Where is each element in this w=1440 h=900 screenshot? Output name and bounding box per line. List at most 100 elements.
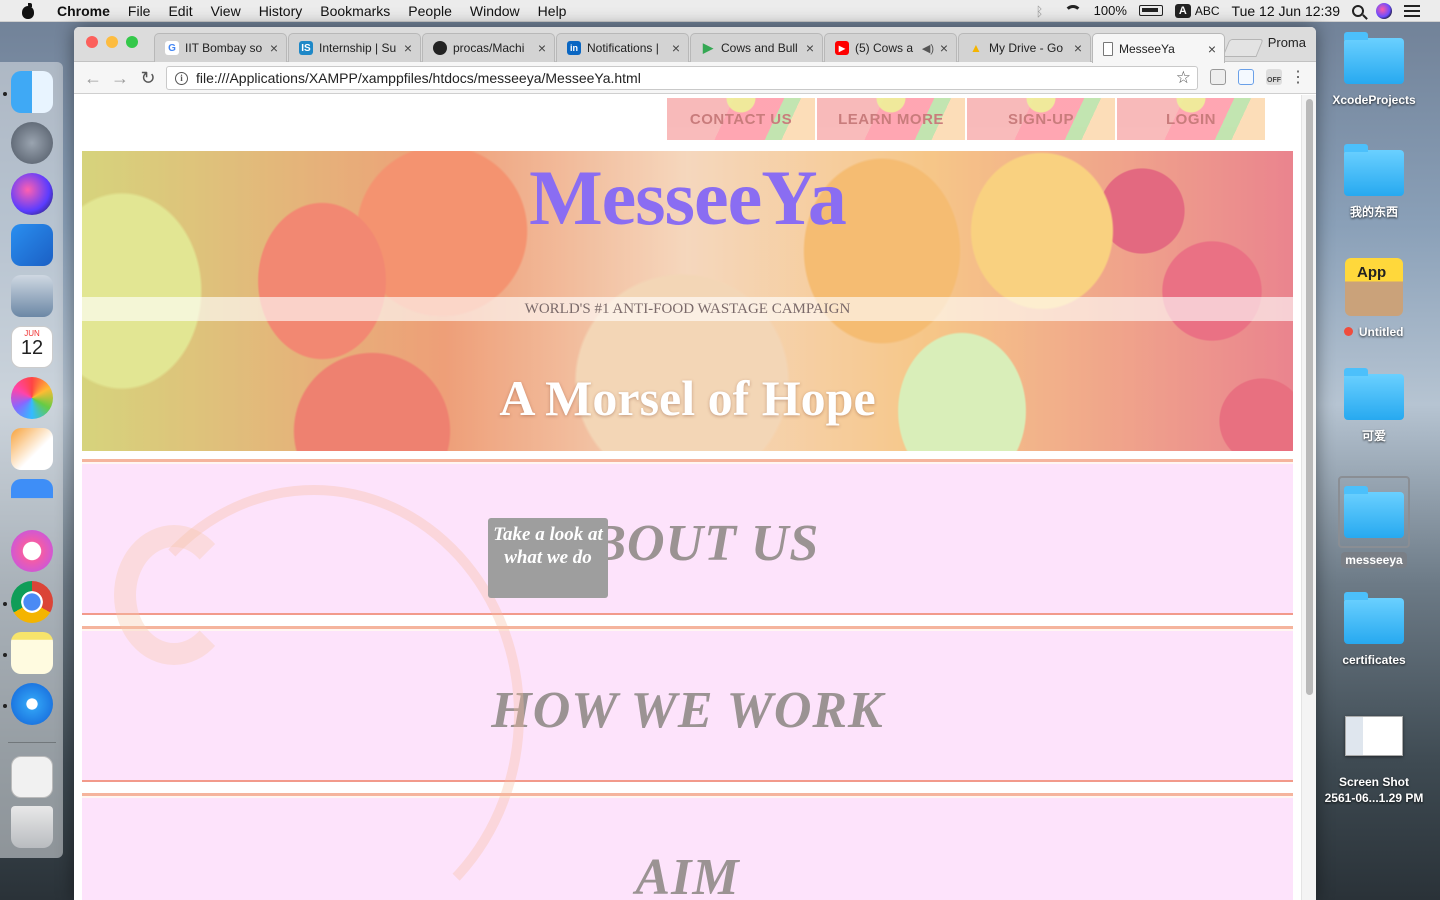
minimize-window-button[interactable] [106,36,118,48]
tab-internship[interactable]: IS Internship | Su × [288,33,421,62]
menu-help[interactable]: Help [529,3,576,19]
hover-tooltip: Take a look at what we do [488,518,608,598]
drive-icon: ▲ [970,41,982,55]
battery-percent: 100% [1093,3,1127,18]
apple-menu-icon[interactable] [20,2,38,19]
tab-youtube[interactable]: ▶ (5) Cows a ◀) × [824,33,957,62]
documents-stack-icon[interactable] [11,756,53,798]
spotlight-search-icon[interactable] [1352,4,1364,17]
section-how-we-work[interactable]: HOW WE WORK [82,626,1293,782]
close-tab-icon[interactable]: × [402,40,414,56]
tab-title: procas/Machi [453,41,525,55]
section-about-us[interactable]: ABOUT US [82,459,1293,615]
tab-linkedin[interactable]: in Notifications | × [556,33,689,62]
profile-button[interactable]: Proma [1268,35,1306,50]
itunes-icon[interactable] [11,530,53,572]
address-bar[interactable]: i file:///Applications/XAMPP/xamppfiles/… [166,66,1198,90]
bookmark-star-icon[interactable]: ☆ [1176,68,1191,88]
scrollbar-thumb[interactable] [1306,99,1313,695]
wifi-icon[interactable] [1063,4,1082,23]
desktop-item-folder-cute[interactable]: 可爱 [1319,368,1429,444]
tab-github[interactable]: procas/Machi × [422,33,555,62]
close-tab-icon[interactable]: × [804,40,816,56]
nav-contact-us[interactable]: CONTACT US [667,98,815,140]
chrome-menu-icon[interactable]: ⋮ [1287,67,1309,89]
dock-separator [8,742,56,743]
extension-copy-icon[interactable] [1210,69,1226,85]
audio-playing-icon[interactable]: ◀) [922,42,934,55]
menu-bookmarks[interactable]: Bookmarks [311,3,399,19]
notification-center-icon[interactable] [1404,4,1420,17]
folder-alias-icon [1344,486,1404,538]
close-tab-icon[interactable]: × [268,40,280,56]
desktop-item-label: 可爱 [1361,429,1386,443]
input-source-icon[interactable]: A [1174,3,1191,18]
new-tab-button[interactable] [1222,39,1264,57]
close-tab-icon[interactable]: × [1206,41,1218,57]
menu-people[interactable]: People [399,3,461,19]
reload-icon[interactable]: ↻ [137,67,159,89]
menu-history[interactable]: History [250,3,312,19]
nav-login[interactable]: LOGIN [1117,98,1265,140]
photos-icon[interactable] [11,377,53,419]
desktop-item-folder-mine[interactable]: 我的东西 [1319,144,1429,220]
tab-play-store[interactable]: ▶ Cows and Bull × [690,33,823,62]
forward-arrow-icon[interactable]: → [109,67,131,89]
document-icon [1103,41,1113,56]
launchpad-icon[interactable] [11,122,53,164]
siri-icon[interactable] [1376,2,1392,19]
brand-logo-text: MesseeYa [529,154,847,241]
notes-icon[interactable] [11,632,53,674]
desktop-item-label: messeeya [1341,552,1407,568]
extension-off-icon[interactable]: OFF [1266,69,1282,85]
input-source-label: ABC [1194,3,1220,18]
folder-icon [1344,592,1404,644]
section-aim[interactable]: AIM [82,793,1293,900]
close-tab-icon[interactable]: × [670,40,682,56]
zoom-window-button[interactable] [126,36,138,48]
tab-messeeya[interactable]: MesseeYa × [1092,33,1225,63]
tab-title: MesseeYa [1119,41,1175,56]
bluetooth-icon[interactable]: ᛒ [1036,4,1052,19]
folder-icon [1344,32,1404,84]
preview-icon[interactable] [11,275,53,317]
vertical-scrollbar[interactable] [1301,95,1316,900]
tab-title: IIT Bombay so [185,41,263,55]
pages-icon[interactable] [11,428,53,470]
battery-icon[interactable] [1138,5,1163,16]
finder-icon[interactable] [11,71,53,113]
extension-docs-icon[interactable] [1238,69,1254,85]
site-nav: CONTACT US LEARN MORE SIGN-UP LOGIN [667,98,1265,140]
section-title: ABOUT US [555,515,820,572]
chrome-icon[interactable] [11,581,53,623]
menu-window[interactable]: Window [461,3,529,19]
close-tab-icon[interactable]: × [1072,40,1084,56]
safari-icon[interactable] [11,683,53,725]
running-indicator [3,602,7,606]
close-tab-icon[interactable]: × [938,40,950,56]
desktop-item-certificates[interactable]: certificates [1319,592,1429,668]
keynote-icon[interactable] [11,479,53,521]
tab-strip: G IIT Bombay so × IS Internship | Su × p… [74,27,1316,63]
tab-google-drive[interactable]: ▲ My Drive - Go × [958,33,1091,62]
menu-file[interactable]: File [119,3,160,19]
desktop-item-messeeya[interactable]: messeeya [1319,476,1429,569]
siri-icon[interactable] [11,173,53,215]
close-window-button[interactable] [86,36,98,48]
tab-iit-bombay[interactable]: G IIT Bombay so × [154,33,287,62]
nav-sign-up[interactable]: SIGN-UP [967,98,1115,140]
nav-learn-more[interactable]: LEARN MORE [817,98,965,140]
desktop-item-xcodeprojects[interactable]: XcodeProjects [1319,32,1429,108]
menu-edit[interactable]: Edit [159,3,201,19]
menu-app-chrome[interactable]: Chrome [48,3,119,19]
desktop-item-screenshot[interactable]: Screen Shot 2561-06...1.29 PM [1319,716,1429,806]
info-icon[interactable]: i [175,71,188,85]
close-tab-icon[interactable]: × [536,40,548,56]
calendar-icon[interactable]: JUN 12 [11,326,53,368]
menu-view[interactable]: View [202,3,250,19]
trash-icon[interactable] [11,806,53,848]
xcode-icon[interactable] [11,224,53,266]
back-arrow-icon[interactable]: ← [82,67,104,89]
desktop-item-untitled[interactable]: App Untitled [1319,258,1429,340]
clock[interactable]: Tue 12 Jun 12:39 [1232,3,1340,19]
